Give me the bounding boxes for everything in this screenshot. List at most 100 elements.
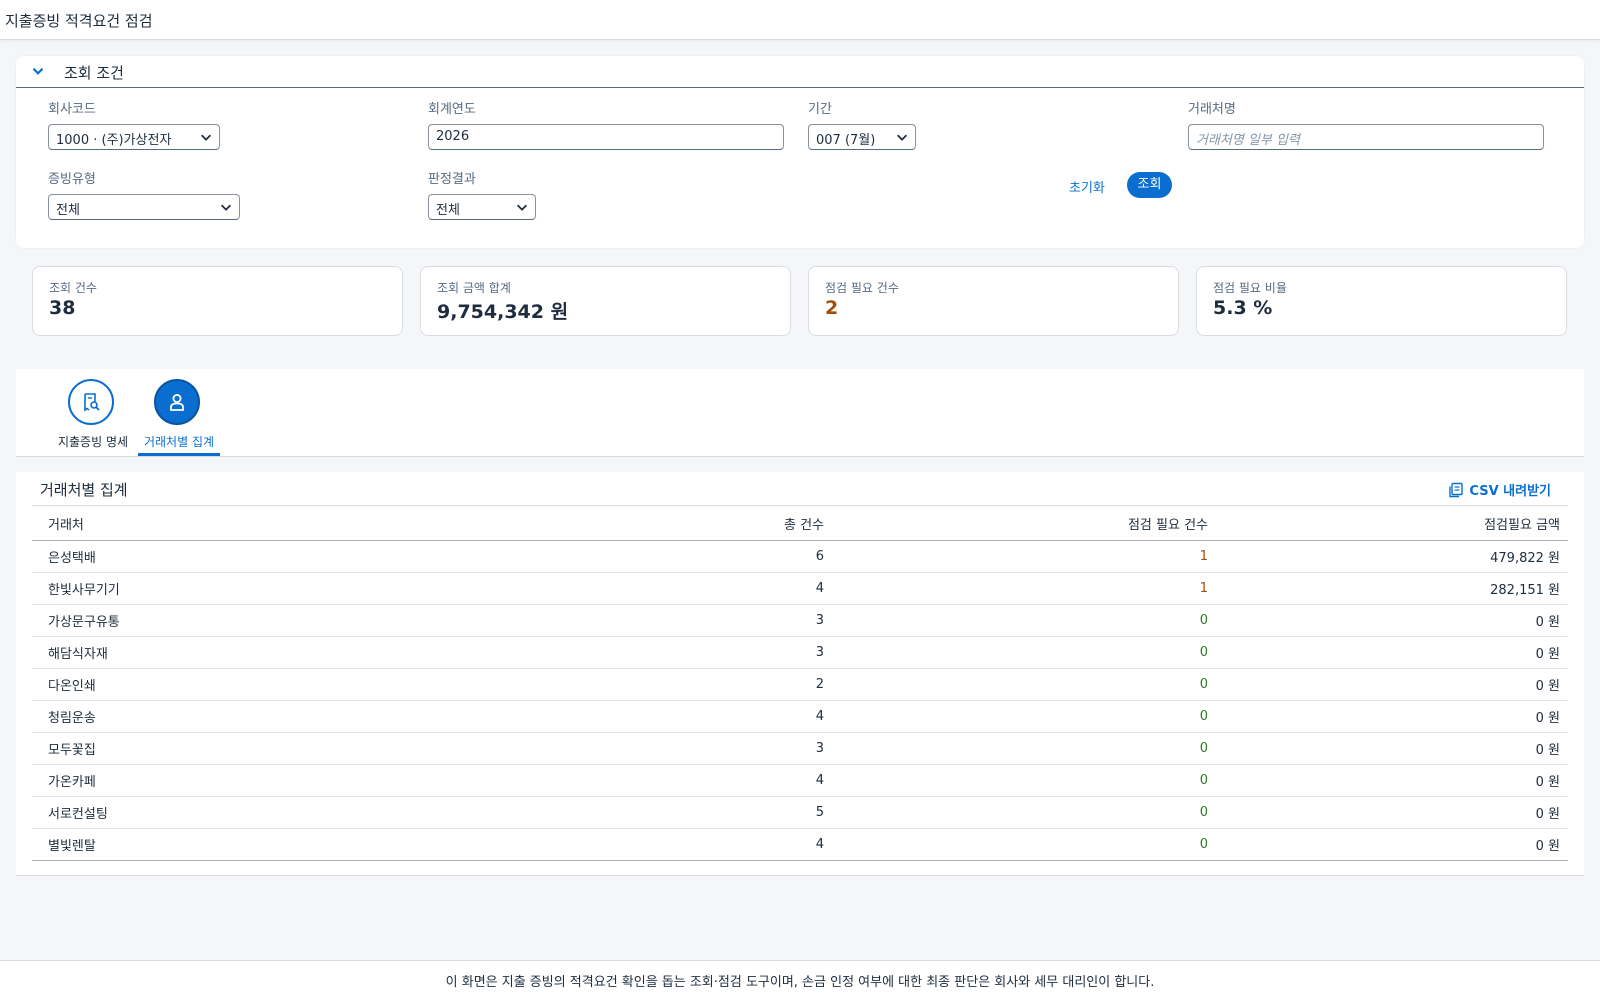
disclaimer-footer: 이 화면은 지출 증빙의 적격요건 확인을 돕는 조회·점검 도구이며, 손금 …: [0, 960, 1600, 1000]
cell-vendor: 은성택배: [48, 551, 96, 566]
filter-panel: 조회 조건: [16, 56, 1584, 248]
cell-amount: 0 원: [1535, 775, 1560, 790]
cell-total: 4: [815, 773, 824, 788]
tab-vendor-summary[interactable]: 거래처별 집계: [138, 379, 220, 457]
doc-type-value: 전체: [56, 203, 80, 218]
cell-total: 3: [815, 741, 824, 756]
cell-flagged: 0: [1199, 837, 1208, 852]
tab-expense-detail[interactable]: 지출증빙 명세: [52, 379, 134, 457]
kpi-card-flagged: 점검 필요 건수 2: [808, 266, 1179, 336]
table-row[interactable]: 모두꽃집 3 0 0 원: [32, 733, 1568, 765]
receipt-search-icon: [84, 393, 100, 412]
table-row[interactable]: 다온인쇄 2 0 0 원: [32, 669, 1568, 701]
cell-total: 4: [815, 709, 824, 724]
cell-total: 4: [815, 581, 824, 596]
filter-header[interactable]: 조회 조건: [16, 56, 1584, 88]
cell-vendor: 해담식자재: [48, 647, 108, 662]
column-header-total[interactable]: 총 건수: [592, 506, 832, 541]
cell-vendor: 모두꽃집: [48, 743, 96, 758]
table-row[interactable]: 가온카페 4 0 0 원: [32, 765, 1568, 797]
cell-amount: 0 원: [1535, 743, 1560, 758]
kpi-card-count: 조회 건수 38: [32, 266, 403, 336]
cell-flagged: 0: [1199, 773, 1208, 788]
cell-amount: 0 원: [1535, 807, 1560, 822]
person-icon: [170, 394, 184, 411]
tab-icon-circle: [68, 379, 114, 425]
chevron-down-icon: [201, 134, 211, 141]
column-header-vendor[interactable]: 거래처: [32, 506, 592, 541]
top-bar: 지출증빙 적격요건 점검: [0, 0, 1600, 40]
doc-type-select[interactable]: 전체: [48, 194, 240, 220]
chevron-down-icon: [897, 134, 907, 141]
page-title: 지출증빙 적격요건 점검: [5, 12, 153, 30]
table-header-row: 거래처 총 건수 점검 필요 건수 점검필요 금액: [32, 505, 1568, 541]
cell-flagged: 0: [1199, 709, 1208, 724]
fiscal-year-label: 회계연도: [428, 102, 476, 117]
kpi-card-ratio: 점검 필요 비율 5.3 %: [1196, 266, 1567, 336]
fiscal-year-input[interactable]: 2026: [428, 124, 784, 150]
cell-vendor: 청림운송: [48, 711, 96, 726]
kpi-value: 9,754,342 원: [437, 301, 569, 323]
fiscal-year-value: 2026: [436, 129, 470, 144]
table-row[interactable]: 해담식자재 3 0 0 원: [32, 637, 1568, 669]
vendor-name-input[interactable]: 거래처명 일부 입력: [1188, 124, 1544, 150]
table-row[interactable]: 가상문구유통 3 0 0 원: [32, 605, 1568, 637]
cell-amount: 282,151 원: [1490, 583, 1560, 598]
panel-title: 거래처별 집계: [40, 481, 128, 499]
result-label: 판정결과: [428, 172, 476, 187]
column-header-flagged[interactable]: 점검 필요 건수: [832, 506, 1216, 541]
reset-button[interactable]: 초기화: [1069, 177, 1105, 196]
cell-flagged: 0: [1199, 805, 1208, 820]
vendor-summary-table: 거래처 총 건수 점검 필요 건수 점검필요 금액 은성택배 6 1 479,8…: [32, 505, 1568, 861]
period-value: 007 (7월): [816, 133, 876, 148]
kpi-card-amount: 조회 금액 합계 9,754,342 원: [420, 266, 791, 336]
column-header-amount[interactable]: 점검필요 금액: [1216, 506, 1568, 541]
cell-flagged: 1: [1199, 581, 1208, 596]
disclaimer-text: 이 화면은 지출 증빙의 적격요건 확인을 돕는 조회·점검 도구이며, 손금 …: [445, 975, 1155, 990]
cell-amount: 0 원: [1535, 711, 1560, 726]
tab-label: 거래처별 집계: [143, 435, 215, 449]
result-select[interactable]: 전체: [428, 194, 536, 220]
company-code-value: 1000 · (주)가상전자: [56, 133, 172, 148]
cell-total: 2: [815, 677, 824, 692]
table-row[interactable]: 한빛사무기기 4 1 282,151 원: [32, 573, 1568, 605]
cell-flagged: 0: [1199, 741, 1208, 756]
cell-total: 6: [815, 549, 824, 564]
period-select[interactable]: 007 (7월): [808, 124, 916, 150]
cell-vendor: 서로컨설팅: [48, 807, 108, 822]
vendor-name-placeholder: 거래처명 일부 입력: [1196, 133, 1300, 148]
cell-flagged: 0: [1199, 613, 1208, 628]
filter-title: 조회 조건: [64, 64, 124, 82]
cell-amount: 479,822 원: [1490, 551, 1560, 566]
tab-active-indicator: [138, 453, 220, 456]
cell-vendor: 다온인쇄: [48, 679, 96, 694]
vendor-name-label: 거래처명: [1188, 102, 1236, 117]
csv-download-button[interactable]: CSV 내려받기: [1448, 480, 1551, 499]
vendor-summary-panel: 거래처별 집계 CSV 내려받기 거래처 총 건수 점검 필요 건수 점검필요 …: [16, 472, 1584, 876]
kpi-value: 5.3 %: [1213, 297, 1273, 319]
cell-vendor: 가상문구유통: [48, 615, 120, 630]
cell-amount: 0 원: [1535, 839, 1560, 854]
cell-total: 3: [815, 613, 824, 628]
tab-bar: 지출증빙 명세 거래처별 집계: [16, 369, 1584, 457]
cell-flagged: 0: [1199, 677, 1208, 692]
kpi-value: 2: [825, 297, 839, 319]
kpi-label: 점검 필요 건수: [825, 281, 899, 295]
table-row[interactable]: 서로컨설팅 5 0 0 원: [32, 797, 1568, 829]
cell-flagged: 0: [1199, 645, 1208, 660]
company-code-label: 회사코드: [48, 102, 96, 117]
table-row[interactable]: 은성택배 6 1 479,822 원: [32, 541, 1568, 573]
cell-flagged: 1: [1199, 549, 1208, 564]
result-value: 전체: [436, 203, 460, 218]
company-code-select[interactable]: 1000 · (주)가상전자: [48, 124, 220, 150]
cell-amount: 0 원: [1535, 615, 1560, 630]
cell-total: 4: [815, 837, 824, 852]
chevron-down-icon[interactable]: [29, 62, 47, 80]
search-button[interactable]: 조회: [1127, 172, 1172, 198]
cell-vendor: 별빛렌탈: [48, 839, 96, 854]
cell-vendor: 가온카페: [48, 775, 96, 790]
csv-download-label: CSV 내려받기: [1469, 484, 1551, 499]
table-row[interactable]: 별빛렌탈 4 0 0 원: [32, 829, 1568, 861]
table-row[interactable]: 청림운송 4 0 0 원: [32, 701, 1568, 733]
chevron-down-icon: [517, 204, 527, 211]
